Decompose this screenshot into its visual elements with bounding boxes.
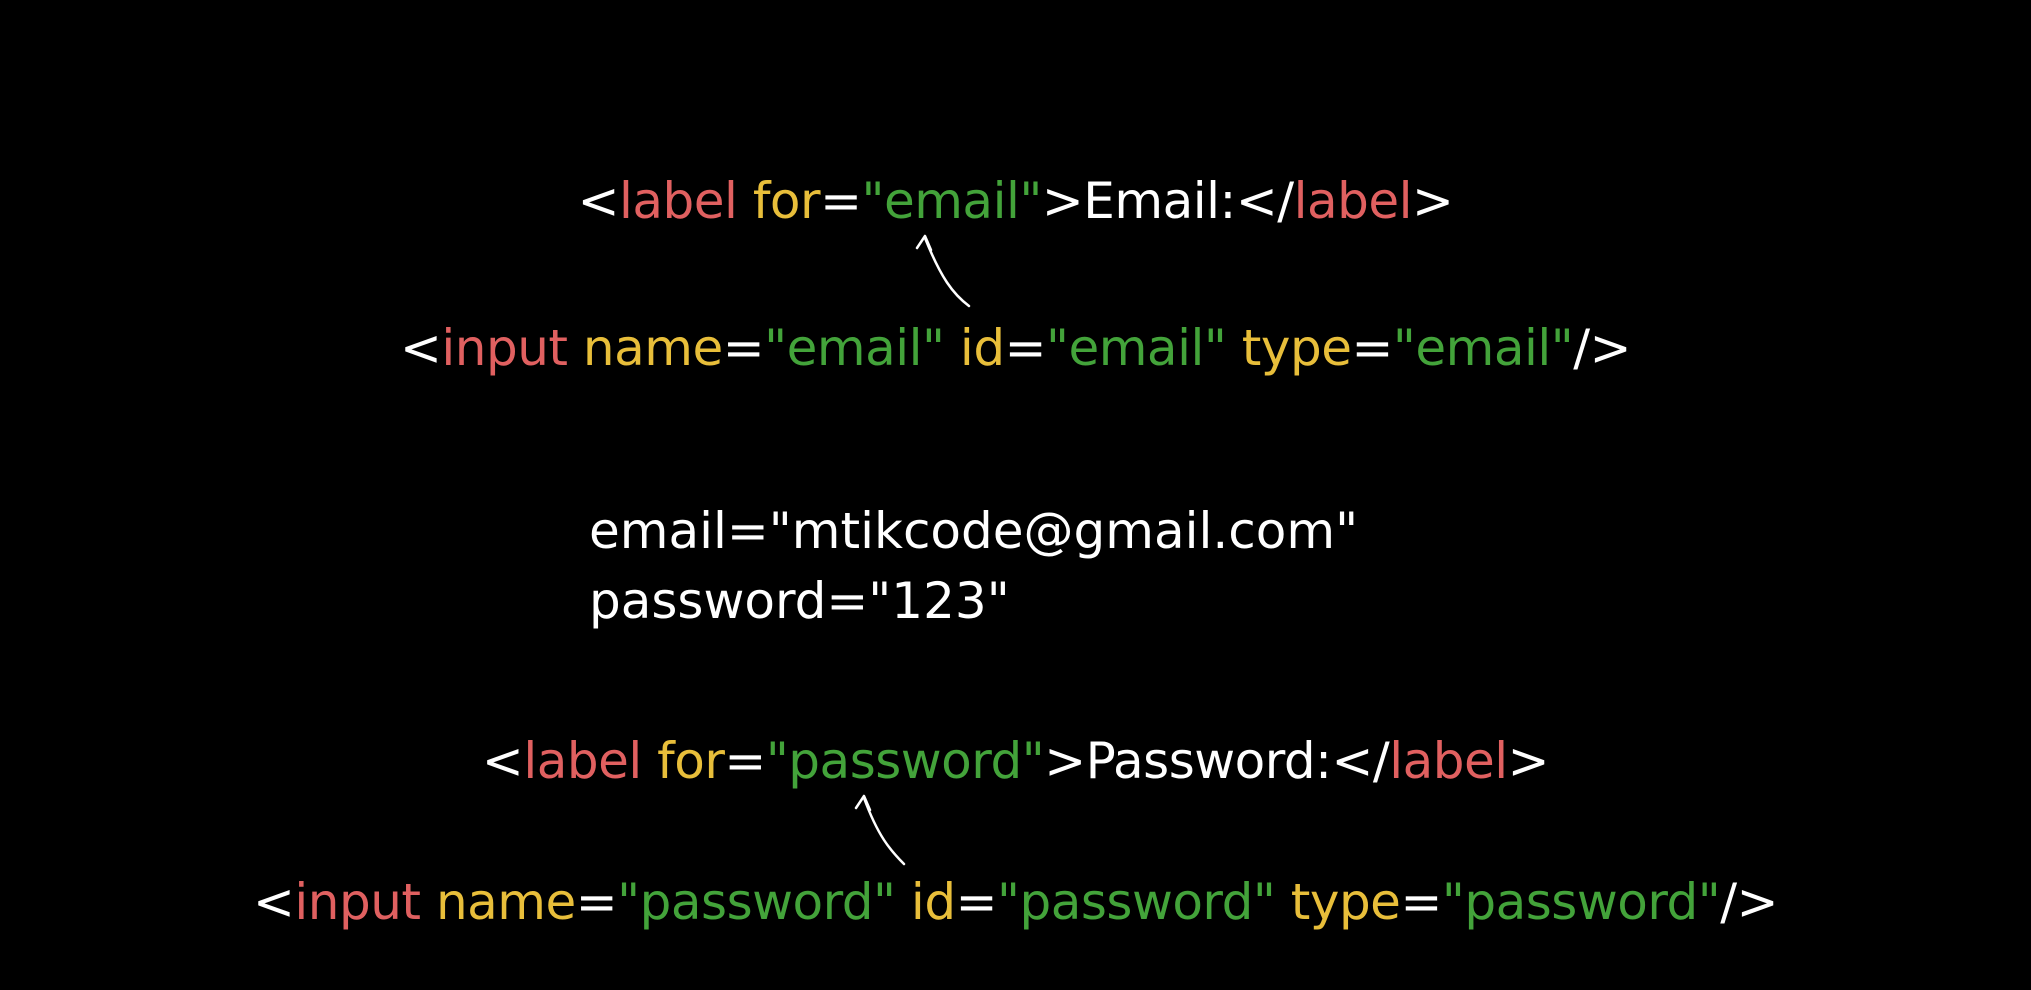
closing-open-angle: </ (1235, 172, 1294, 230)
closing-open-angle: </ (1331, 732, 1390, 790)
close-angle: > (1044, 732, 1086, 790)
attribute-name: name (582, 319, 723, 377)
attribute-value-type: "password" (1441, 873, 1721, 931)
tag-name: input (441, 319, 568, 377)
attribute-for: for (657, 732, 725, 790)
attribute-value-id: "email" (1045, 319, 1227, 377)
self-close: /> (1720, 873, 1778, 931)
email-label-code-line: <label for="email">Email:</label> (0, 176, 2031, 226)
password-input-code-line: <input name="password" id="password" typ… (0, 877, 2031, 927)
tag-name: input (294, 873, 421, 931)
closing-close-angle: > (1507, 732, 1550, 790)
curved-arrow-icon (854, 794, 906, 866)
attribute-name: name (435, 873, 576, 931)
self-close: /> (1573, 319, 1632, 377)
attribute-value-id: "password" (996, 873, 1276, 931)
equals-sign: = (1400, 873, 1442, 931)
open-angle: < (253, 873, 295, 931)
equals-sign: = (724, 732, 766, 790)
equals-sign: = (1351, 319, 1393, 377)
close-angle: > (1041, 172, 1084, 230)
email-input-code-line: <input name="email" id="email" type="ema… (0, 323, 2031, 373)
closing-close-angle: > (1412, 172, 1454, 230)
open-angle: < (399, 319, 442, 377)
equals-sign: = (1004, 319, 1047, 377)
code-slide: <label for="email">Email:</label> <input… (0, 0, 2031, 990)
attribute-value-name: "password" (617, 873, 896, 931)
equals-sign: = (575, 873, 618, 931)
equals-sign: = (722, 319, 765, 377)
open-angle: < (481, 732, 524, 790)
attribute-value-for: "password" (765, 732, 1045, 790)
attribute-id: id (910, 873, 956, 931)
attribute-type: type (1290, 873, 1401, 931)
open-angle: < (577, 172, 620, 230)
attribute-value-name: "email" (764, 319, 945, 377)
label-text: Email: (1083, 172, 1236, 230)
tag-name: label (618, 172, 738, 230)
label-text: Password: (1085, 732, 1332, 790)
attribute-for: for (752, 172, 821, 230)
attribute-type: type (1241, 319, 1352, 377)
equals-sign: = (820, 172, 862, 230)
attribute-value-for: "email" (861, 172, 1042, 230)
closing-tag-name: label (1293, 172, 1413, 230)
attribute-id: id (959, 319, 1005, 377)
tag-name: label (523, 732, 642, 790)
equals-sign: = (955, 873, 998, 931)
curved-arrow-icon (915, 234, 971, 308)
password-credential: password="123" (589, 572, 1010, 630)
password-label-code-line: <label for="password">Password:</label> (0, 736, 2031, 786)
attribute-value-type: "email" (1392, 319, 1574, 377)
email-credential: email="mtikcode@gmail.com" (589, 502, 1359, 560)
closing-tag-name: label (1389, 732, 1508, 790)
